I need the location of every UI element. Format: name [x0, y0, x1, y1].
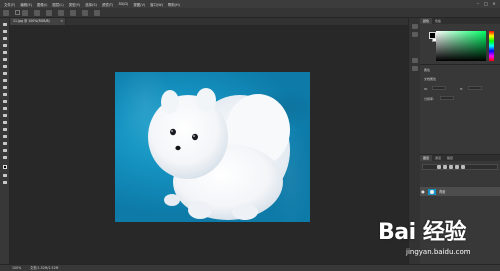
option-checkbox[interactable] — [15, 10, 20, 15]
document-info: 文档:1.52M/1.52M — [30, 266, 59, 270]
tab-paths[interactable]: 路径 — [444, 155, 456, 161]
canvas-image[interactable] — [115, 72, 310, 222]
watermark-url: jingyan.baidu.com — [406, 248, 471, 256]
hand-tool-icon[interactable] — [2, 148, 8, 153]
quick-select-tool-icon[interactable] — [2, 43, 8, 48]
pen-tool-icon[interactable] — [2, 120, 8, 125]
quick-mask-icon[interactable] — [2, 173, 8, 178]
align-right-icon[interactable] — [70, 9, 76, 16]
width-field[interactable] — [432, 86, 446, 90]
align-center-icon[interactable] — [58, 9, 64, 16]
window-controls: – □ × — [474, 1, 498, 7]
color-swatches-icon[interactable] — [2, 164, 8, 169]
path-select-tool-icon[interactable] — [2, 134, 8, 139]
gradient-tool-icon[interactable] — [2, 99, 8, 104]
menu-type[interactable]: 类型(Y) — [69, 2, 81, 7]
minimize-button[interactable]: – — [474, 1, 482, 7]
crop-tool-icon[interactable] — [2, 50, 8, 55]
foreground-color-swatch[interactable] — [429, 32, 436, 39]
history-brush-tool-icon[interactable] — [2, 85, 8, 90]
document-tab-label: 11.jpg @ 100%(RGB/8) — [13, 19, 50, 23]
menu-image[interactable]: 图像(I) — [37, 2, 47, 7]
filter-type-icon[interactable] — [449, 165, 453, 169]
filter-smart-object-icon[interactable] — [461, 165, 465, 169]
properties-panel: 属性 文档属性 W: H: 分辨率: — [420, 64, 500, 154]
height-label: H: — [460, 87, 464, 91]
width-label: W: — [424, 87, 428, 91]
filter-adjustment-icon[interactable] — [443, 165, 447, 169]
menu-bar: 文件(F) 编辑(E) 图像(I) 图层(L) 类型(Y) 选择(S) 滤镜(T… — [0, 0, 500, 8]
tool-preset-icon[interactable] — [3, 9, 9, 16]
distribute-icon[interactable] — [82, 9, 88, 16]
lasso-tool-icon[interactable] — [2, 36, 8, 41]
menu-file[interactable]: 文件(F) — [4, 2, 15, 7]
close-button[interactable]: × — [490, 1, 498, 7]
layer-row[interactable]: ● 背景 — [420, 187, 500, 196]
layer-thumbnail — [428, 188, 436, 195]
close-document-icon[interactable]: × — [60, 18, 63, 25]
zoom-tool-icon[interactable] — [2, 155, 8, 160]
clone-stamp-tool-icon[interactable] — [2, 78, 8, 83]
status-bar: 100% 文档:1.52M/1.52M — [0, 264, 500, 271]
tools-panel — [0, 18, 10, 264]
baidu-jingyan-watermark: Bai 经验 jingyan.baidu.com — [378, 212, 500, 262]
layer-filter-bar[interactable] — [422, 164, 498, 170]
shape-tool-icon[interactable] — [2, 141, 8, 146]
menu-select[interactable]: 选择(S) — [85, 2, 97, 7]
filter-pixel-icon[interactable] — [437, 165, 441, 169]
height-field[interactable] — [468, 86, 482, 90]
3d-mode-icon[interactable] — [94, 9, 100, 16]
brush-tool-icon[interactable] — [2, 71, 8, 76]
menu-window[interactable]: 窗口(W) — [150, 2, 163, 7]
tab-channels[interactable]: 通道 — [432, 155, 444, 161]
watermark-logo: Bai 经验 — [378, 220, 466, 245]
transform-controls-icon[interactable] — [34, 9, 40, 16]
menu-3d[interactable]: 3D(D) — [118, 2, 128, 6]
layer-name: 背景 — [439, 190, 446, 194]
color-picker-field[interactable] — [436, 31, 486, 61]
zoom-level[interactable]: 100% — [12, 266, 21, 270]
visibility-eye-icon[interactable]: ● — [420, 189, 426, 194]
actions-panel-icon[interactable] — [412, 32, 418, 37]
blur-tool-icon[interactable] — [2, 106, 8, 111]
screen-mode-icon[interactable] — [2, 180, 8, 185]
menu-view[interactable]: 视图(V) — [133, 2, 145, 7]
menu-help[interactable]: 帮助(H) — [168, 2, 180, 7]
move-tool-icon[interactable] — [2, 22, 8, 27]
maximize-button[interactable]: □ — [482, 1, 490, 7]
auto-select-icon[interactable] — [22, 9, 28, 16]
filter-shape-icon[interactable] — [455, 165, 459, 169]
adjustments-panel-icon[interactable] — [412, 58, 418, 63]
align-left-icon[interactable] — [46, 9, 52, 16]
history-panel-icon[interactable] — [412, 24, 418, 29]
menu-layer[interactable]: 图层(L) — [52, 2, 63, 7]
layers-panel-tabs: 图层 通道 路径 — [420, 155, 500, 161]
properties-title: 属性 — [424, 68, 431, 72]
resolution-label: 分辨率: — [424, 97, 435, 101]
dodge-tool-icon[interactable] — [2, 113, 8, 118]
document-tab[interactable]: 11.jpg @ 100%(RGB/8) × — [10, 18, 66, 25]
pomeranian-dog-image — [148, 88, 290, 220]
document-tabs: 11.jpg @ 100%(RGB/8) × — [10, 18, 408, 25]
type-tool-icon[interactable] — [2, 127, 8, 132]
options-bar — [0, 8, 500, 18]
color-panel — [420, 24, 500, 64]
eyedropper-tool-icon[interactable] — [2, 57, 8, 62]
doc-properties-label: 文档属性 — [424, 77, 437, 81]
resolution-field[interactable] — [440, 96, 454, 100]
menu-filter[interactable]: 滤镜(T) — [102, 2, 114, 7]
healing-brush-tool-icon[interactable] — [2, 64, 8, 69]
hue-slider[interactable] — [489, 31, 494, 61]
styles-panel-icon[interactable] — [412, 66, 418, 71]
menu-edit[interactable]: 编辑(E) — [20, 2, 32, 7]
eraser-tool-icon[interactable] — [2, 92, 8, 97]
tab-layers[interactable]: 图层 — [420, 155, 433, 161]
marquee-tool-icon[interactable] — [2, 29, 8, 34]
